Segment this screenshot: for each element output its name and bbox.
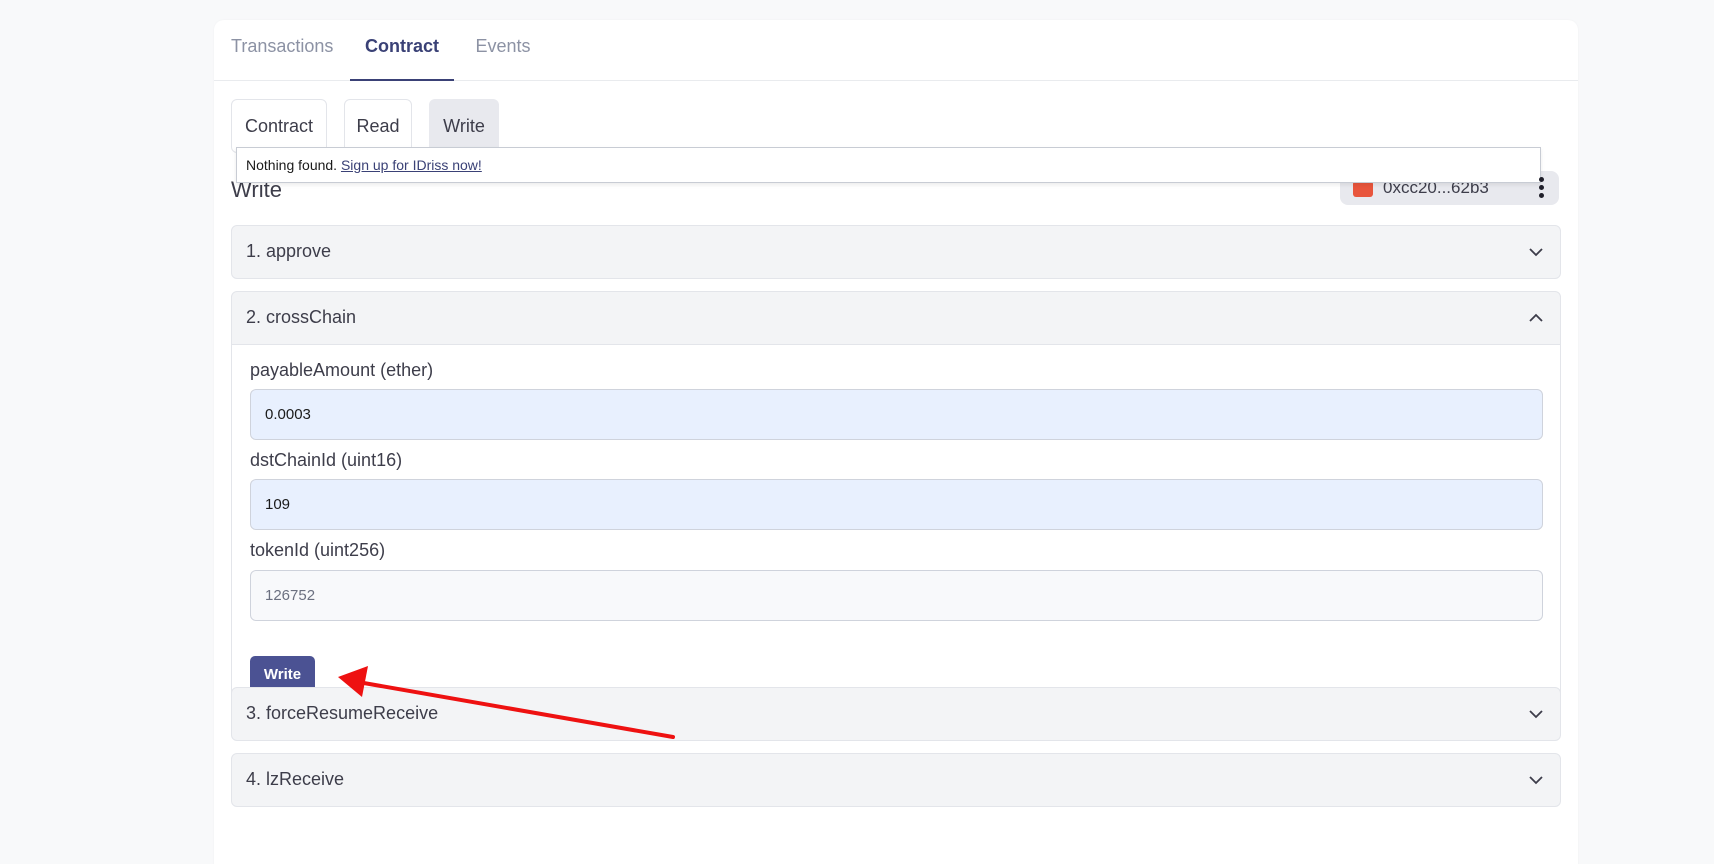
function-crosschain: 2. crossChain payableAmount (ether) dstC… xyxy=(231,291,1561,703)
function-label: 4. lzReceive xyxy=(246,769,345,789)
function-label: 3. forceResumeReceive xyxy=(246,703,439,723)
function-body-crosschain: payableAmount (ether) dstChainId (uint16… xyxy=(232,344,1560,702)
function-approve: 1. approve xyxy=(231,225,1561,279)
field-label-token-id: tokenId (uint256) xyxy=(250,540,386,560)
search-result-dropdown: Nothing found. Sign up for IDriss now! xyxy=(236,147,1541,183)
dst-chain-id-input[interactable] xyxy=(250,479,1543,530)
function-header-lz-receive[interactable]: 4. lzReceive xyxy=(232,754,1560,806)
field-label-dst-chain-id: dstChainId (uint16) xyxy=(250,450,403,470)
function-label: 2. crossChain xyxy=(246,307,357,327)
function-lz-receive: 4. lzReceive xyxy=(231,753,1561,807)
function-header-crosschain[interactable]: 2. crossChain xyxy=(232,292,1560,344)
dropdown-message: Nothing found. xyxy=(246,157,338,173)
field-label-payable-amount: payableAmount (ether) xyxy=(250,360,434,380)
token-id-input[interactable] xyxy=(250,570,1543,621)
chevron-down-icon xyxy=(1529,710,1543,719)
main-tabs: Transactions Contract Events xyxy=(214,20,1578,81)
function-force-resume-receive: 3. forceResumeReceive xyxy=(231,687,1561,741)
function-header-approve[interactable]: 1. approve xyxy=(232,226,1560,278)
function-label: 1. approve xyxy=(246,241,332,261)
chevron-up-icon xyxy=(1529,313,1543,322)
subtab-contract[interactable]: Contract xyxy=(231,99,327,153)
tab-transactions[interactable]: Transactions xyxy=(231,20,333,81)
chevron-down-icon xyxy=(1529,776,1543,785)
tab-events[interactable]: Events xyxy=(468,20,538,81)
more-options-icon[interactable] xyxy=(1532,174,1552,202)
payable-amount-input[interactable] xyxy=(250,389,1543,440)
chevron-down-icon xyxy=(1529,248,1543,257)
idriss-signup-link[interactable]: Sign up for IDriss now! xyxy=(341,157,482,173)
function-header-force-resume-receive[interactable]: 3. forceResumeReceive xyxy=(232,688,1560,740)
subtab-read[interactable]: Read xyxy=(344,99,412,153)
tab-contract[interactable]: Contract xyxy=(350,20,454,81)
wallet-avatar-icon xyxy=(1353,181,1373,197)
subtab-write[interactable]: Write xyxy=(429,99,499,153)
